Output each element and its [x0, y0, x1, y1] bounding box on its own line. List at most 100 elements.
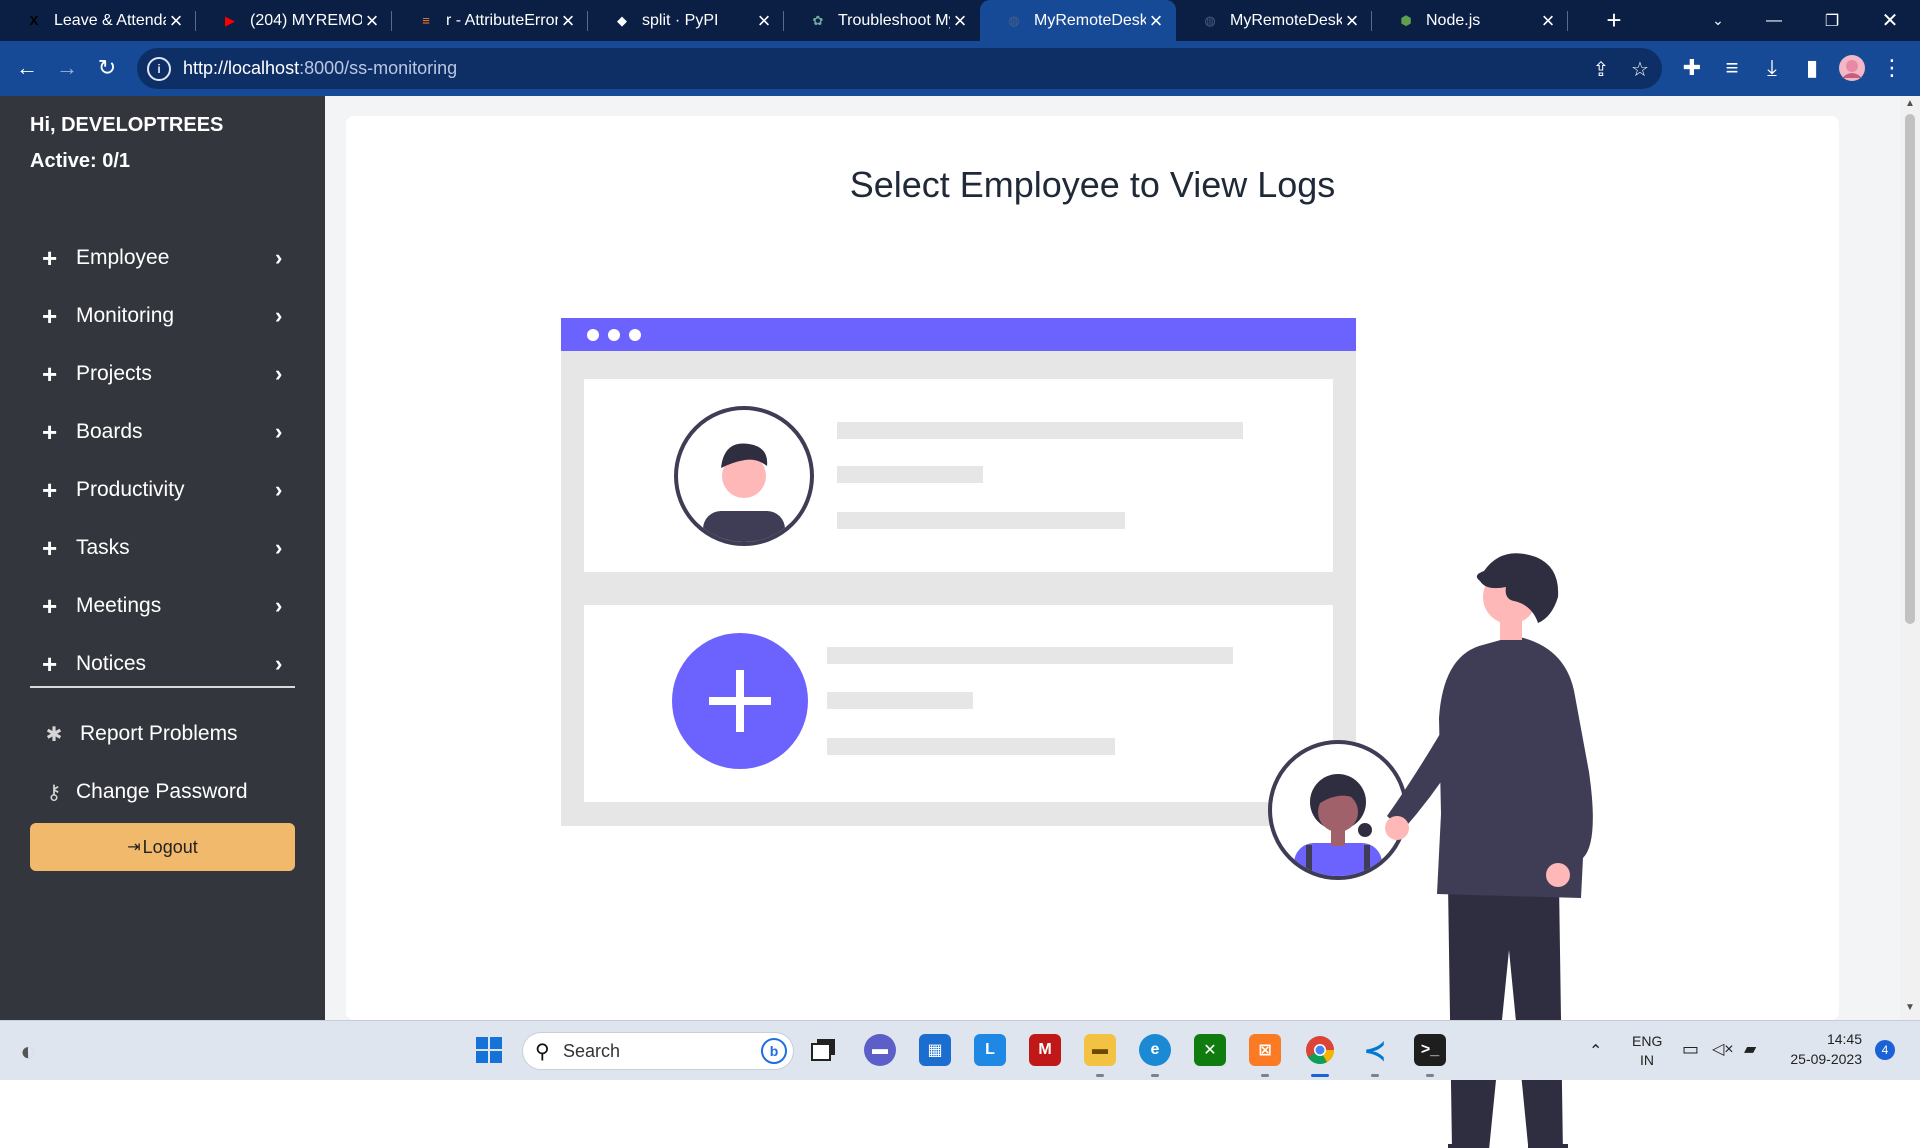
region-code: IN [1640, 1052, 1654, 1068]
start-icon[interactable] [473, 1034, 505, 1066]
content-card: Select Employee to View Logs [346, 116, 1839, 1148]
plus-icon: + [42, 533, 58, 563]
teams-chat-icon[interactable]: ▬ [864, 1034, 896, 1066]
browser-tab[interactable]: ⬢ Node.js × [1372, 0, 1568, 41]
url-text[interactable]: http://localhost:8000/ss-monitoring [183, 58, 457, 79]
sidebar-item-productivity[interactable]: + Productivity › [30, 468, 295, 512]
site-info-icon[interactable]: i [147, 56, 171, 81]
back-icon[interactable]: ← [11, 52, 43, 84]
report-problems-link[interactable]: ✱ Report Problems [30, 714, 238, 754]
sidebar-item-label: Meetings [76, 594, 162, 617]
file-explorer-icon[interactable]: ▬ [1084, 1034, 1116, 1066]
tab-title: split · PyPI [642, 11, 719, 29]
x-logo-icon: X [29, 13, 39, 28]
l-app-icon[interactable]: L [974, 1034, 1006, 1066]
browser-menu-icon[interactable]: ⋮ [1876, 52, 1908, 84]
browser-tab[interactable]: ◆ split · PyPI × [588, 0, 784, 41]
sidebar-item-label: Projects [76, 362, 152, 385]
logout-icon: ⇥ [127, 839, 141, 856]
browser-tab[interactable]: ▶ (204) MYREMOTE× [196, 0, 392, 41]
microsoft-store-icon[interactable]: ▦ [919, 1034, 951, 1066]
browser-tab[interactable]: ✿ Troubleshoot My × [784, 0, 980, 41]
network-icon[interactable]: ▭ [1682, 1039, 1699, 1060]
tab-title: (204) MYREMOTE [250, 11, 362, 29]
share-icon[interactable]: ⇪ [1588, 56, 1614, 82]
edge-running-indicator [1151, 1074, 1159, 1077]
close-tab-icon[interactable]: × [1342, 9, 1362, 31]
forward-icon[interactable]: → [51, 52, 83, 84]
clock-time: 14:45 [1826, 1031, 1862, 1047]
close-tab-icon[interactable]: × [362, 9, 382, 31]
bug-icon: ✱ [45, 723, 63, 746]
address-bar[interactable]: i http://localhost:8000/ss-monitoring ⇪ … [137, 48, 1662, 89]
change-password-link[interactable]: ⚷ Change Password [30, 772, 248, 812]
side-panel-icon[interactable]: ▮ [1796, 52, 1828, 84]
report-problems-label: Report Problems [80, 722, 238, 745]
browser-tab[interactable]: X Leave & Attendan× [0, 0, 196, 41]
sidebar-item-projects[interactable]: + Projects › [30, 352, 295, 396]
sidebar-item-boards[interactable]: + Boards › [30, 410, 295, 454]
vscode-running-indicator [1371, 1074, 1379, 1077]
browser-tab-strip: XLeave & Attendan×▶(204) MYREMOTE×≡r - A… [0, 0, 1920, 41]
key-icon: ⚷ [46, 781, 62, 804]
scroll-down-icon[interactable]: ▼ [1904, 1002, 1916, 1013]
vscode-icon[interactable]: ≺ [1359, 1034, 1391, 1066]
xampp-running-indicator [1261, 1074, 1269, 1077]
plus-icon: + [42, 649, 58, 679]
close-tab-icon[interactable]: × [558, 9, 578, 31]
download-icon[interactable]: ⤓ [1756, 52, 1788, 84]
taskbar-search-box[interactable]: ⚲ Search b [522, 1032, 794, 1070]
minimize-button[interactable]: — [1750, 0, 1798, 41]
notification-badge[interactable]: 4 [1875, 1040, 1895, 1060]
close-tab-icon[interactable]: × [1146, 9, 1166, 31]
scroll-up-icon[interactable]: ▲ [1904, 98, 1916, 109]
logout-button[interactable]: ⇥ Logout [30, 823, 295, 871]
mcafee-icon[interactable]: M [1029, 1034, 1061, 1066]
weather-widget-icon[interactable]: ◐ [12, 1035, 44, 1067]
browser-tab[interactable]: ≡ r - AttributeError × [392, 0, 588, 41]
vertical-scrollbar[interactable]: ▲ ▼ [1900, 96, 1920, 1020]
battery-icon[interactable]: ▰ [1744, 1039, 1756, 1059]
scrollbar-thumb[interactable] [1905, 114, 1915, 624]
close-tab-icon[interactable]: × [950, 9, 970, 31]
media-queue-icon[interactable]: ≡ [1716, 52, 1748, 84]
sidebar-item-tasks[interactable]: + Tasks › [30, 526, 295, 570]
terminal-icon[interactable]: >_ [1414, 1034, 1446, 1066]
sidebar-item-meetings[interactable]: + Meetings › [30, 584, 295, 628]
restore-button[interactable]: ❐ [1808, 0, 1856, 41]
xbox-icon[interactable]: ✕ [1194, 1034, 1226, 1066]
close-tab-icon[interactable]: × [166, 9, 186, 31]
chrome-running-indicator [1311, 1074, 1329, 1077]
xampp-icon[interactable]: ⊠ [1249, 1034, 1281, 1066]
chrome-icon[interactable] [1304, 1034, 1336, 1066]
clock-date: 25-09-2023 [1790, 1051, 1862, 1067]
close-tab-icon[interactable]: × [754, 9, 774, 31]
pypi-icon: ◆ [617, 12, 627, 28]
language-indicator[interactable]: ENG IN [1632, 1033, 1662, 1068]
sidebar-divider [30, 686, 295, 688]
reload-icon[interactable]: ↻ [91, 52, 123, 84]
chevron-right-icon: › [275, 593, 283, 618]
sidebar-item-monitoring[interactable]: + Monitoring › [30, 294, 295, 338]
browser-tab[interactable]: ◍ MyRemoteDesk.p× [1176, 0, 1372, 41]
volume-muted-icon[interactable]: ◁× [1712, 1039, 1734, 1059]
extensions-icon[interactable]: ✚ [1676, 52, 1708, 84]
user-greeting: Hi, DEVELOPTREES [30, 114, 224, 136]
tab-search-icon[interactable]: ⌄ [1694, 0, 1742, 41]
close-window-button[interactable]: ✕ [1866, 0, 1914, 41]
task-view-icon[interactable] [808, 1034, 840, 1066]
clock[interactable]: 14:45 25-09-2023 [1782, 1031, 1862, 1067]
browser-tab[interactable]: ◍ MyRemoteDesk × [980, 0, 1176, 41]
tray-overflow-icon[interactable]: ⌃ [1589, 1041, 1602, 1061]
new-tab-button[interactable]: + [1599, 0, 1629, 41]
close-tab-icon[interactable]: × [1538, 9, 1558, 31]
tab-title: MyRemoteDesk.p [1230, 11, 1342, 29]
terminal-running-indicator [1426, 1074, 1434, 1077]
profile-avatar[interactable] [1836, 52, 1868, 84]
edge-icon[interactable]: e [1139, 1034, 1171, 1066]
bing-icon[interactable]: b [761, 1038, 787, 1064]
sidebar-item-label: Boards [76, 420, 143, 443]
sidebar-item-notices[interactable]: + Notices › [30, 642, 295, 686]
sidebar-item-employee[interactable]: + Employee › [30, 236, 295, 280]
bookmark-star-icon[interactable]: ☆ [1627, 56, 1653, 82]
